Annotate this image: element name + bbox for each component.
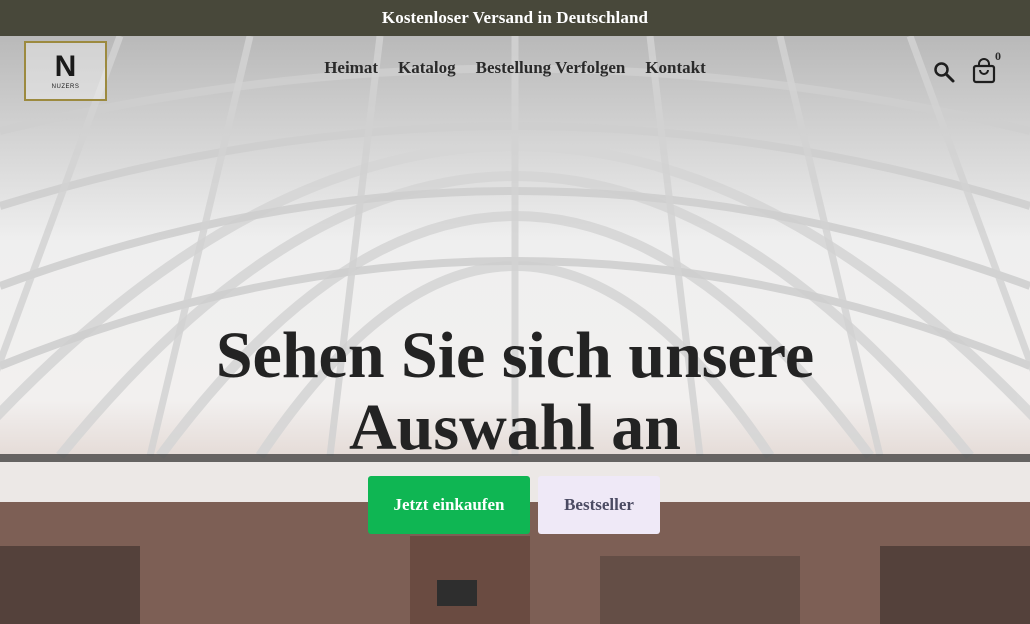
- nav-item-heimat[interactable]: Heimat: [324, 58, 378, 78]
- hero-headline: Sehen Sie sich unsere Auswahl an: [215, 319, 815, 464]
- logo-subtext: NUZERS: [51, 84, 80, 90]
- announcement-bar: Kostenloser Versand in Deutschland: [0, 0, 1030, 36]
- main-navigation: Heimat Katalog Bestellung Verfolgen Kont…: [0, 58, 1030, 78]
- hero-banner: N NUZERS Heimat Katalog Bestellung Verfo…: [0, 36, 1030, 624]
- nav-item-bestellung-verfolgen[interactable]: Bestellung Verfolgen: [476, 58, 626, 78]
- shopping-bag-icon[interactable]: [972, 58, 996, 84]
- nav-item-katalog[interactable]: Katalog: [398, 58, 456, 78]
- announcement-text: Kostenloser Versand in Deutschland: [381, 8, 649, 27]
- nav-item-kontakt[interactable]: Kontakt: [645, 58, 705, 78]
- bestseller-button[interactable]: Bestseller: [538, 476, 660, 534]
- search-icon[interactable]: [932, 60, 956, 84]
- cart-count-badge: 0: [995, 49, 1001, 63]
- shop-now-button[interactable]: Jetzt einkaufen: [368, 476, 530, 534]
